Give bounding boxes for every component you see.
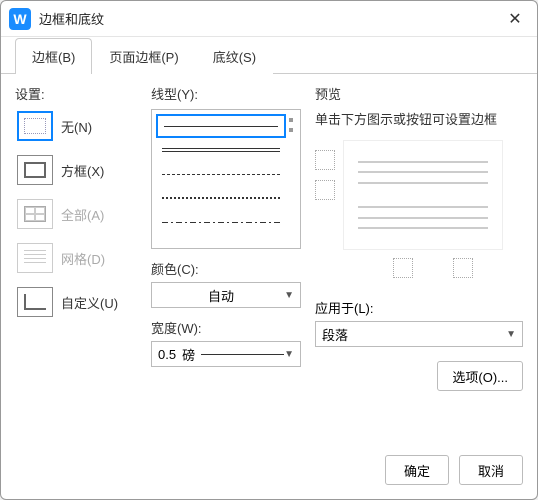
border-left-toggle[interactable]: [393, 258, 413, 278]
options-button[interactable]: 选项(O)...: [437, 361, 523, 391]
setting-all-icon: [17, 199, 53, 229]
setting-none-label: 无(N): [61, 117, 92, 136]
preview-hint: 单击下方图示或按钮可设置边框: [315, 109, 523, 128]
width-sample-line: [201, 354, 284, 355]
width-value: 0.5: [158, 347, 176, 362]
setting-none[interactable]: 无(N): [15, 109, 145, 143]
linetype-scrollbar[interactable]: [286, 114, 296, 244]
border-right-toggle[interactable]: [453, 258, 473, 278]
chevron-down-icon: ▼: [506, 329, 516, 340]
apply-to-combo[interactable]: 段落 ▼: [315, 321, 523, 347]
apply-to-label: 应用于(L):: [315, 298, 523, 317]
linetype-label: 线型(Y):: [151, 84, 301, 103]
tab-shading[interactable]: 底纹(S): [196, 38, 273, 74]
color-label: 颜色(C):: [151, 259, 301, 278]
linetype-dot[interactable]: [156, 186, 286, 210]
dialog-footer: 确定 取消: [1, 445, 537, 499]
preview-label: 预览: [315, 84, 523, 103]
preview-column: 预览 单击下方图示或按钮可设置边框 应用于(L): 段落: [307, 84, 523, 439]
settings-label: 设置:: [15, 84, 145, 103]
app-icon: W: [9, 8, 31, 30]
width-label: 宽度(W):: [151, 318, 301, 337]
setting-grid-icon: [17, 243, 53, 273]
color-combo[interactable]: 自动 ▼: [151, 282, 301, 308]
close-button[interactable]: ✕: [501, 5, 529, 33]
preview-page[interactable]: [343, 140, 503, 250]
preview-area: [315, 140, 523, 250]
linetype-dash[interactable]: [156, 162, 286, 186]
linetype-solid[interactable]: [156, 114, 286, 138]
chevron-down-icon: ▼: [284, 290, 294, 301]
settings-column: 设置: 无(N) 方框(X) 全部(A) 网格(D) 自定义(U): [15, 84, 145, 439]
cancel-button[interactable]: 取消: [459, 455, 523, 485]
line-column: 线型(Y): 颜色(C): 自动 ▼ 宽度(W):: [151, 84, 301, 439]
linetype-double[interactable]: [156, 138, 286, 162]
border-bottom-toggle[interactable]: [315, 180, 335, 200]
setting-none-icon: [17, 111, 53, 141]
titlebar: W 边框和底纹 ✕: [1, 1, 537, 37]
tab-strip: 边框(B) 页面边框(P) 底纹(S): [1, 37, 537, 74]
ok-button[interactable]: 确定: [385, 455, 449, 485]
width-unit: 磅: [182, 345, 195, 364]
setting-custom-label: 自定义(U): [61, 293, 118, 312]
setting-box-label: 方框(X): [61, 161, 104, 180]
color-value: 自动: [158, 286, 284, 305]
apply-to-value: 段落: [322, 325, 348, 344]
setting-grid: 网格(D): [15, 241, 145, 275]
preview-left-handles: [315, 150, 335, 250]
tab-borders[interactable]: 边框(B): [15, 38, 92, 74]
borders-shading-dialog: W 边框和底纹 ✕ 边框(B) 页面边框(P) 底纹(S) 设置: 无(N) 方…: [0, 0, 538, 500]
setting-box-icon: [17, 155, 53, 185]
tab-page-borders[interactable]: 页面边框(P): [92, 38, 195, 74]
linetype-dashdot[interactable]: [156, 210, 286, 234]
setting-all: 全部(A): [15, 197, 145, 231]
setting-box[interactable]: 方框(X): [15, 153, 145, 187]
linetype-list[interactable]: [151, 109, 301, 249]
preview-bottom-handles: [343, 258, 523, 278]
width-combo[interactable]: 0.5 磅 ▼: [151, 341, 301, 367]
dialog-body: 设置: 无(N) 方框(X) 全部(A) 网格(D) 自定义(U): [1, 74, 537, 445]
dialog-title: 边框和底纹: [39, 9, 501, 28]
setting-custom-icon: [17, 287, 53, 317]
chevron-down-icon: ▼: [284, 349, 294, 360]
setting-all-label: 全部(A): [61, 205, 104, 224]
setting-grid-label: 网格(D): [61, 249, 105, 268]
border-top-toggle[interactable]: [315, 150, 335, 170]
setting-custom[interactable]: 自定义(U): [15, 285, 145, 319]
